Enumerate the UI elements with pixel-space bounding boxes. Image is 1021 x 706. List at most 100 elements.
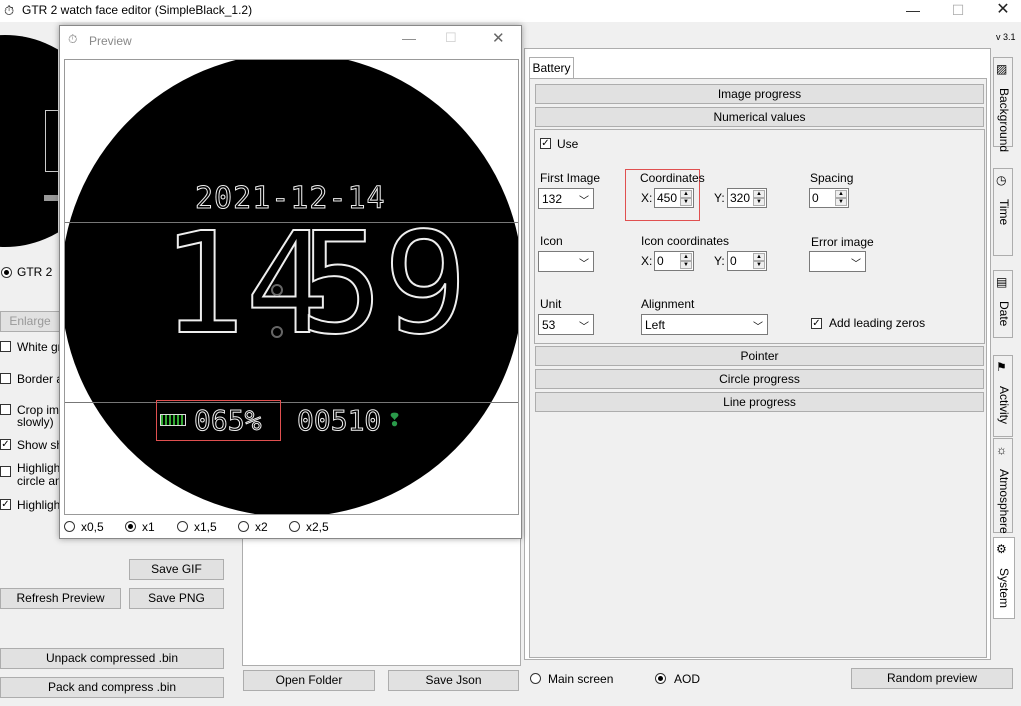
- aod-radio[interactable]: [655, 673, 666, 684]
- spin-down-icon[interactable]: ▼: [753, 198, 765, 206]
- close-icon[interactable]: ✕: [980, 0, 1021, 22]
- circle-progress-button[interactable]: Circle progress: [535, 369, 984, 389]
- title-bar: ⏱ GTR 2 watch face editor (SimpleBlack_1…: [0, 0, 1021, 22]
- zoom-label-x2-5: x2,5: [306, 520, 329, 534]
- image-progress-button[interactable]: Image progress: [535, 84, 984, 104]
- spin-down-icon[interactable]: ▼: [680, 261, 692, 269]
- save-png-button[interactable]: Save PNG: [129, 588, 224, 609]
- clock-icon: ◷: [996, 173, 1007, 187]
- spin-down-icon[interactable]: ▼: [753, 261, 765, 269]
- x-label: X:: [641, 191, 653, 205]
- spin-up-icon[interactable]: ▲: [753, 190, 765, 198]
- preview-window[interactable]: ⏱ Preview — ☐ ✕ 2021-12-14 14 59 065% 00…: [59, 25, 522, 539]
- zoom-radio-x1-5[interactable]: [177, 521, 188, 532]
- preview-title: Preview: [89, 34, 132, 48]
- numerical-values-group: [534, 129, 985, 344]
- enlarge-button[interactable]: Enlarge: [0, 311, 60, 332]
- zoom-radio-x2-5[interactable]: [289, 521, 300, 532]
- file-list[interactable]: [242, 538, 521, 666]
- divider-bottom: [65, 402, 518, 403]
- leading-zeros-checkbox[interactable]: ✓: [811, 318, 822, 329]
- alignment-combo[interactable]: Left ﹀: [641, 314, 768, 335]
- minimize-icon[interactable]: —: [890, 0, 936, 22]
- side-tab-background[interactable]: ▨ Background: [993, 57, 1013, 152]
- numerical-values-button[interactable]: Numerical values: [535, 107, 984, 127]
- highlight-checkbox[interactable]: ✓: [0, 499, 11, 510]
- save-gif-button[interactable]: Save GIF: [129, 559, 224, 580]
- zoom-radio-x0-5[interactable]: [64, 521, 75, 532]
- zoom-label-x1: x1: [142, 520, 155, 534]
- icon-x-label: X:: [641, 254, 653, 268]
- window-title: GTR 2 watch face editor (SimpleBlack_1.2…: [22, 3, 253, 17]
- icon-x-spinner[interactable]: 0 ▲ ▼: [654, 251, 694, 271]
- border-checkbox[interactable]: [0, 373, 11, 384]
- zoom-label-x0-5: x0,5: [81, 520, 104, 534]
- y-label: Y:: [714, 191, 725, 205]
- side-tab-date[interactable]: ▤ Date: [993, 270, 1013, 338]
- preview-maximize-icon[interactable]: ☐: [445, 30, 457, 46]
- icon-y-label: Y:: [714, 254, 725, 268]
- first-image-combo[interactable]: 132 ﹀: [538, 188, 594, 209]
- spin-down-icon[interactable]: ▼: [680, 198, 692, 206]
- icon-y-spinner[interactable]: 0 ▲ ▼: [727, 251, 767, 271]
- zoom-radio-x1[interactable]: [125, 521, 136, 532]
- model-label: GTR 2: [17, 265, 53, 279]
- show-shortcuts-checkbox[interactable]: ✓: [0, 439, 11, 450]
- alignment-value: Left: [645, 318, 666, 332]
- unit-value: 53: [542, 318, 556, 332]
- unpack-button[interactable]: Unpack compressed .bin: [0, 648, 224, 669]
- use-checkbox[interactable]: ✓: [540, 138, 551, 149]
- spacing-label: Spacing: [810, 171, 854, 185]
- unit-combo[interactable]: 53 ﹀: [538, 314, 594, 335]
- preview-minimize-icon[interactable]: —: [402, 30, 416, 46]
- tab-battery[interactable]: Battery: [529, 57, 574, 79]
- coordinates-label: Coordinates: [640, 171, 705, 185]
- preview-close-icon[interactable]: ✕: [492, 29, 505, 47]
- side-tab-atmosphere[interactable]: ☼ Atmosphere: [993, 438, 1013, 534]
- first-image-label: First Image: [540, 171, 601, 185]
- save-json-button[interactable]: Save Json: [388, 670, 519, 691]
- x-value: 450: [657, 191, 678, 205]
- highlight-label: Highlight: [17, 498, 64, 512]
- colon-dot-top: [271, 284, 283, 296]
- crop-image-label-2: slowly): [17, 415, 54, 429]
- main-screen-radio[interactable]: [530, 673, 541, 684]
- spin-down-icon[interactable]: ▼: [835, 198, 847, 206]
- error-image-combo[interactable]: ﹀: [809, 251, 866, 272]
- weather-icon: ☼: [996, 443, 1007, 457]
- x-spinner[interactable]: 450 ▲ ▼: [654, 188, 694, 208]
- main-preview-thumb: [0, 35, 58, 250]
- steps-value: 00510: [296, 404, 382, 438]
- spin-up-icon[interactable]: ▲: [680, 253, 692, 261]
- leading-zeros-label: Add leading zeros: [829, 316, 926, 330]
- icon-label: Icon: [540, 234, 563, 248]
- refresh-preview-button[interactable]: Refresh Preview: [0, 588, 121, 609]
- chevron-down-icon: ﹀: [579, 259, 589, 270]
- spin-up-icon[interactable]: ▲: [753, 253, 765, 261]
- random-preview-button[interactable]: Random preview: [851, 668, 1013, 689]
- y-spinner[interactable]: 320 ▲ ▼: [727, 188, 767, 208]
- maximize-icon[interactable]: ☐: [935, 0, 981, 22]
- icon-combo[interactable]: ﹀: [538, 251, 594, 272]
- line-progress-button[interactable]: Line progress: [535, 392, 984, 412]
- icon-x-value: 0: [657, 254, 664, 268]
- minute-display: 59: [298, 203, 469, 366]
- side-tab-activity[interactable]: ⚑ Activity: [993, 355, 1013, 437]
- white-grid-checkbox[interactable]: [0, 341, 11, 352]
- aod-label: AOD: [674, 672, 701, 686]
- spacing-spinner[interactable]: 0 ▲ ▼: [809, 188, 849, 208]
- spin-up-icon[interactable]: ▲: [835, 190, 847, 198]
- side-tab-time[interactable]: ◷ Time: [993, 168, 1013, 256]
- spin-up-icon[interactable]: ▲: [680, 190, 692, 198]
- side-tab-system[interactable]: ⚙ System: [993, 537, 1015, 619]
- zoom-radio-x2[interactable]: [238, 521, 249, 532]
- colon-dot-bottom: [271, 326, 283, 338]
- pointer-button[interactable]: Pointer: [535, 346, 984, 366]
- error-image-label: Error image: [811, 235, 874, 249]
- chevron-down-icon: ﹀: [753, 322, 763, 333]
- pack-button[interactable]: Pack and compress .bin: [0, 677, 224, 698]
- highlight-circle-checkbox[interactable]: [0, 466, 11, 477]
- open-folder-button[interactable]: Open Folder: [243, 670, 375, 691]
- crop-image-checkbox[interactable]: [0, 404, 11, 415]
- model-radio[interactable]: [1, 267, 12, 278]
